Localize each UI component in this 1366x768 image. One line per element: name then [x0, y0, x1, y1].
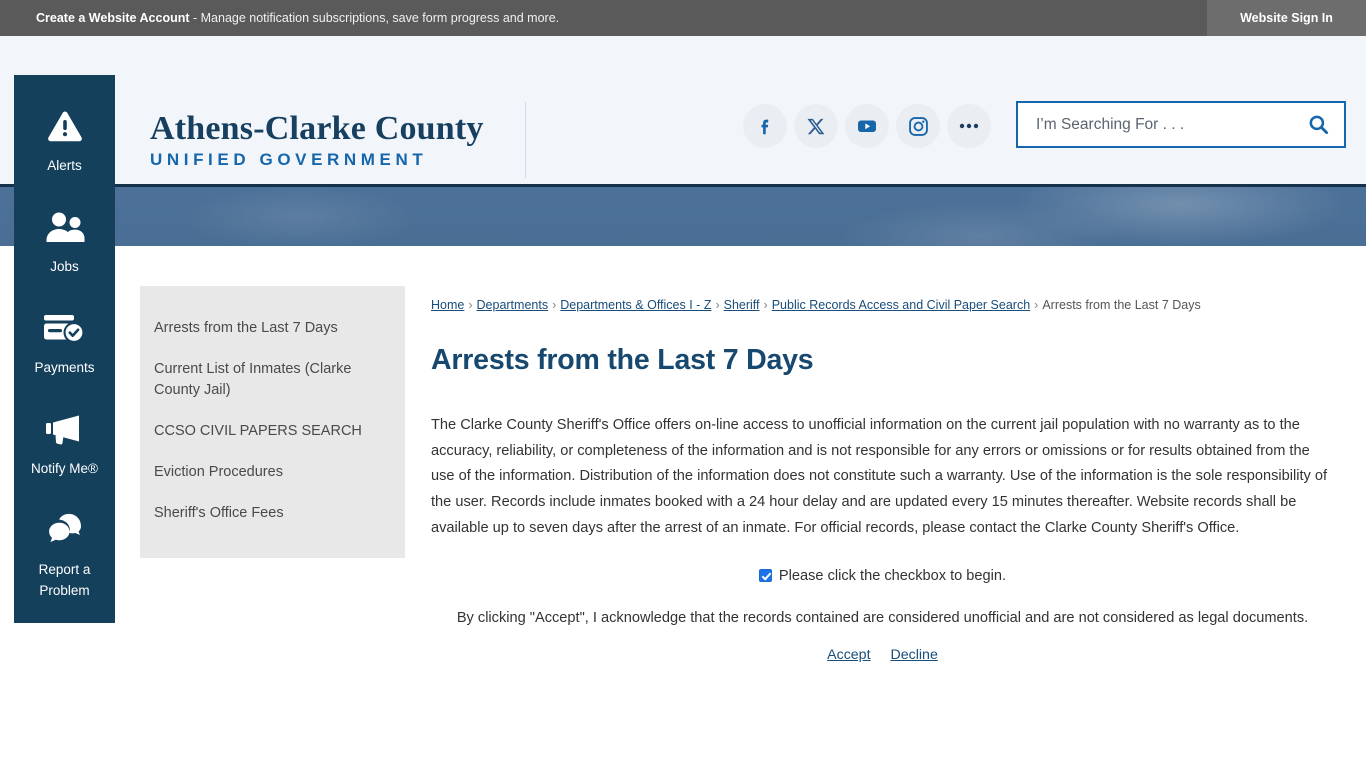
breadcrumb-item-departments-offices-i-z[interactable]: Departments & Offices I - Z [560, 298, 711, 312]
more-social-icon[interactable] [947, 104, 991, 148]
page-description: The Clarke County Sheriff's Office offer… [431, 417, 1328, 536]
begin-checkbox[interactable] [758, 569, 772, 583]
logo-subtitle: UNIFIED GOVERNMENT [150, 150, 428, 169]
quick-link-label: Jobs [50, 259, 79, 274]
payment-card-icon [42, 307, 88, 349]
page-title: Arrests from the Last 7 Days [431, 344, 814, 376]
accept-decline-row: Accept Decline [431, 647, 1334, 663]
people-icon [43, 206, 87, 248]
alert-triangle-icon [46, 105, 84, 147]
x-twitter-icon[interactable] [794, 104, 838, 148]
quick-link-payments[interactable]: Payments [14, 277, 115, 378]
search-input[interactable] [1018, 115, 1292, 134]
quick-link-label: Alerts [47, 158, 82, 173]
breadcrumb-item-sheriff[interactable]: Sheriff [724, 298, 760, 312]
quick-link-alerts[interactable]: Alerts [14, 75, 115, 176]
begin-checkbox-row: Please click the checkbox to begin. [431, 568, 1334, 584]
social-links [743, 104, 991, 148]
breadcrumb-item-public-records-access[interactable]: Public Records Access and Civil Paper Se… [772, 298, 1030, 312]
logo-title: Athens-Clarke County [150, 110, 484, 147]
speech-bubbles-icon [43, 509, 87, 551]
breadcrumb-item-home[interactable]: Home [431, 298, 464, 312]
quick-links-sidebar: Alerts Jobs Payments Notify Me® Report a… [14, 75, 115, 623]
site-search [1016, 101, 1346, 148]
begin-checkbox-label: Please click the checkbox to begin. [778, 567, 1007, 584]
site-logo[interactable]: Athens-Clarke County UNIFIED GOVERNMENT [150, 111, 490, 171]
quick-link-label: Report a Problem [38, 562, 91, 598]
main-column: Home › Departments › Departments & Offices I… [431, 296, 1334, 663]
sidebar-item-current-list-of-inmates[interactable]: Current List of Inmates (Clarke County J… [140, 349, 405, 411]
create-account-subtext: - Manage notification subscriptions, sav… [189, 11, 560, 25]
quick-link-label: Notify Me® [31, 461, 98, 476]
megaphone-icon [43, 408, 87, 450]
search-icon [1309, 115, 1328, 135]
sidebar-item-ccso-civil-papers-search[interactable]: CCSO CIVIL PAPERS SEARCH [140, 411, 405, 452]
quick-link-jobs[interactable]: Jobs [14, 176, 115, 277]
youtube-icon[interactable] [845, 104, 889, 148]
sidebar-item-sheriffs-office-fees[interactable]: Sheriff's Office Fees [140, 493, 405, 534]
accept-link[interactable]: Accept [827, 647, 870, 663]
section-side-menu: Arrests from the Last 7 Days Current Lis… [140, 286, 405, 558]
website-sign-in-button[interactable]: Website Sign In [1207, 0, 1366, 36]
sidebar-item-arrests-last-7-days[interactable]: Arrests from the Last 7 Days [140, 308, 405, 349]
breadcrumb-item-current: Arrests from the Last 7 Days [1042, 298, 1201, 312]
breadcrumb-separator: › [715, 298, 720, 312]
breadcrumb-separator: › [468, 298, 473, 312]
search-submit-button[interactable] [1292, 103, 1344, 146]
instagram-icon[interactable] [896, 104, 940, 148]
header-divider [525, 102, 526, 178]
top-utility-bar: Create a Website Account - Manage notifi… [0, 0, 1366, 36]
decline-link[interactable]: Decline [891, 647, 938, 663]
breadcrumb-separator: › [1034, 298, 1039, 312]
breadcrumb: Home › Departments › Departments & Offices I… [431, 296, 1334, 314]
quick-link-notify-me[interactable]: Notify Me® [14, 378, 115, 479]
hero-banner [0, 184, 1366, 246]
facebook-icon[interactable] [743, 104, 787, 148]
breadcrumb-item-departments[interactable]: Departments [477, 298, 549, 312]
create-account-promo[interactable]: Create a Website Account - Manage notifi… [36, 10, 559, 26]
breadcrumb-separator: › [552, 298, 557, 312]
acknowledgement-text: By clicking "Accept", I acknowledge that… [456, 609, 1309, 626]
breadcrumb-separator: › [763, 298, 768, 312]
sidebar-item-eviction-procedures[interactable]: Eviction Procedures [140, 452, 405, 493]
create-account-link[interactable]: Create a Website Account [36, 11, 190, 25]
quick-link-label: Payments [34, 360, 95, 375]
quick-link-report-a-problem[interactable]: Report a Problem [14, 479, 115, 601]
site-header: Athens-Clarke County UNIFIED GOVERNMENT … [0, 36, 1366, 201]
